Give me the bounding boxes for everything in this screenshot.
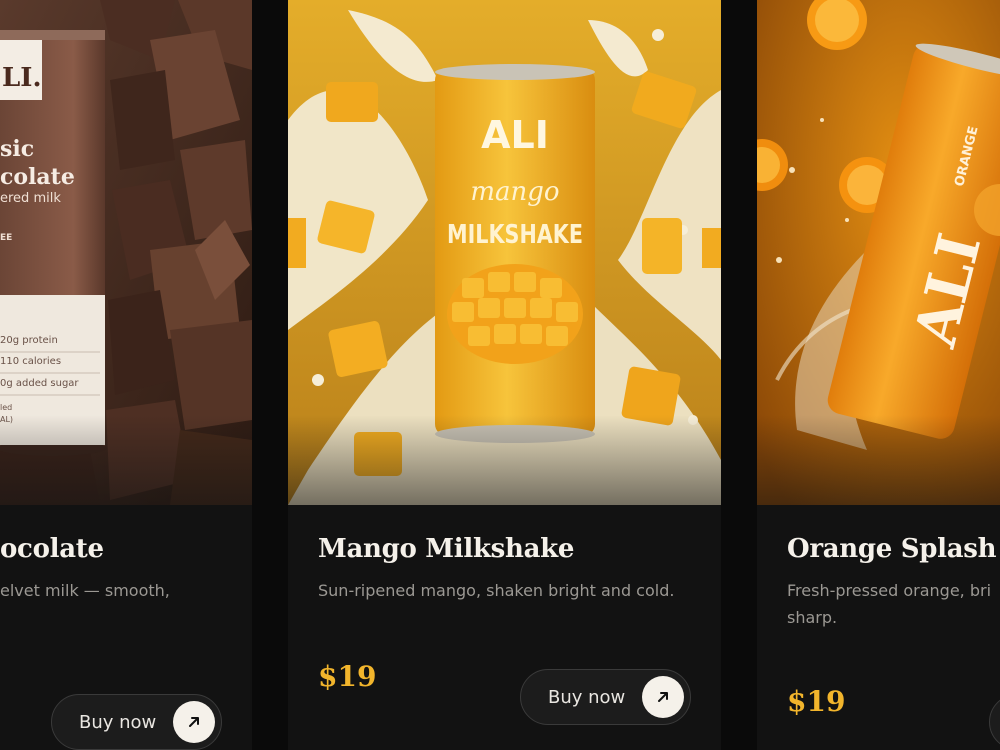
product-title: ocolate bbox=[0, 534, 104, 564]
product-image-mango: ALI mango MILKSHAKE bbox=[288, 0, 721, 505]
buy-now-button[interactable] bbox=[989, 694, 1000, 750]
can-line-2: colate bbox=[0, 164, 75, 190]
product-image-orange: ORANGE ALI bbox=[757, 0, 1000, 505]
can-line-3: ered milk bbox=[0, 191, 61, 206]
product-card-mango-milkshake[interactable]: ALI mango MILKSHAKE Mango Milkshake Sun-… bbox=[288, 0, 721, 750]
can-fact-4: led bbox=[0, 403, 12, 412]
can-line-1: sic bbox=[0, 136, 34, 162]
can-product-text: MILKSHAKE bbox=[447, 220, 583, 250]
product-description-line-1: Fresh-pressed orange, bri bbox=[787, 581, 992, 600]
orange-can-illustration: ORANGE ALI bbox=[757, 0, 1000, 505]
buy-now-label: Buy now bbox=[548, 686, 626, 708]
buy-now-button[interactable]: Buy now bbox=[51, 694, 222, 750]
product-description: elvet milk — smooth, bbox=[0, 581, 170, 600]
product-description: Fresh-pressed orange, bri sharp. bbox=[787, 577, 1000, 631]
can-tag: EE bbox=[0, 233, 12, 243]
mango-can-illustration: ALI mango MILKSHAKE bbox=[288, 0, 721, 505]
buy-now-label: Buy now bbox=[79, 711, 157, 733]
product-card-orange-splash[interactable]: ORANGE ALI Orange Splash Fresh-pressed o… bbox=[757, 0, 1000, 750]
can-fact-3: 0g added sugar bbox=[0, 378, 79, 389]
product-image-chocolate: LI. sic colate ered milk EE 20g protein … bbox=[0, 0, 252, 505]
can-flavor-text: mango bbox=[470, 177, 559, 207]
arrow-up-right-icon bbox=[642, 676, 684, 718]
can-fact-1: 20g protein bbox=[0, 335, 58, 346]
arrow-up-right-icon bbox=[173, 701, 215, 743]
product-description: Sun-ripened mango, shaken bright and col… bbox=[318, 581, 675, 600]
chocolate-can-illustration: LI. sic colate ered milk EE 20g protein … bbox=[0, 0, 252, 505]
product-title: Mango Milkshake bbox=[318, 534, 575, 564]
product-price: $19 bbox=[787, 685, 846, 718]
product-title: Orange Splash bbox=[787, 534, 997, 564]
buy-now-button[interactable]: Buy now bbox=[520, 669, 691, 725]
product-price: $19 bbox=[318, 660, 377, 693]
product-description-line-2: sharp. bbox=[787, 608, 838, 627]
product-card-chocolate[interactable]: LI. sic colate ered milk EE 20g protein … bbox=[0, 0, 252, 750]
can-brand-text: ALI bbox=[481, 113, 549, 157]
can-fact-2: 110 calories bbox=[0, 356, 61, 367]
can-fact-5: AL) bbox=[0, 415, 13, 424]
can-brand-text: LI. bbox=[2, 63, 42, 93]
